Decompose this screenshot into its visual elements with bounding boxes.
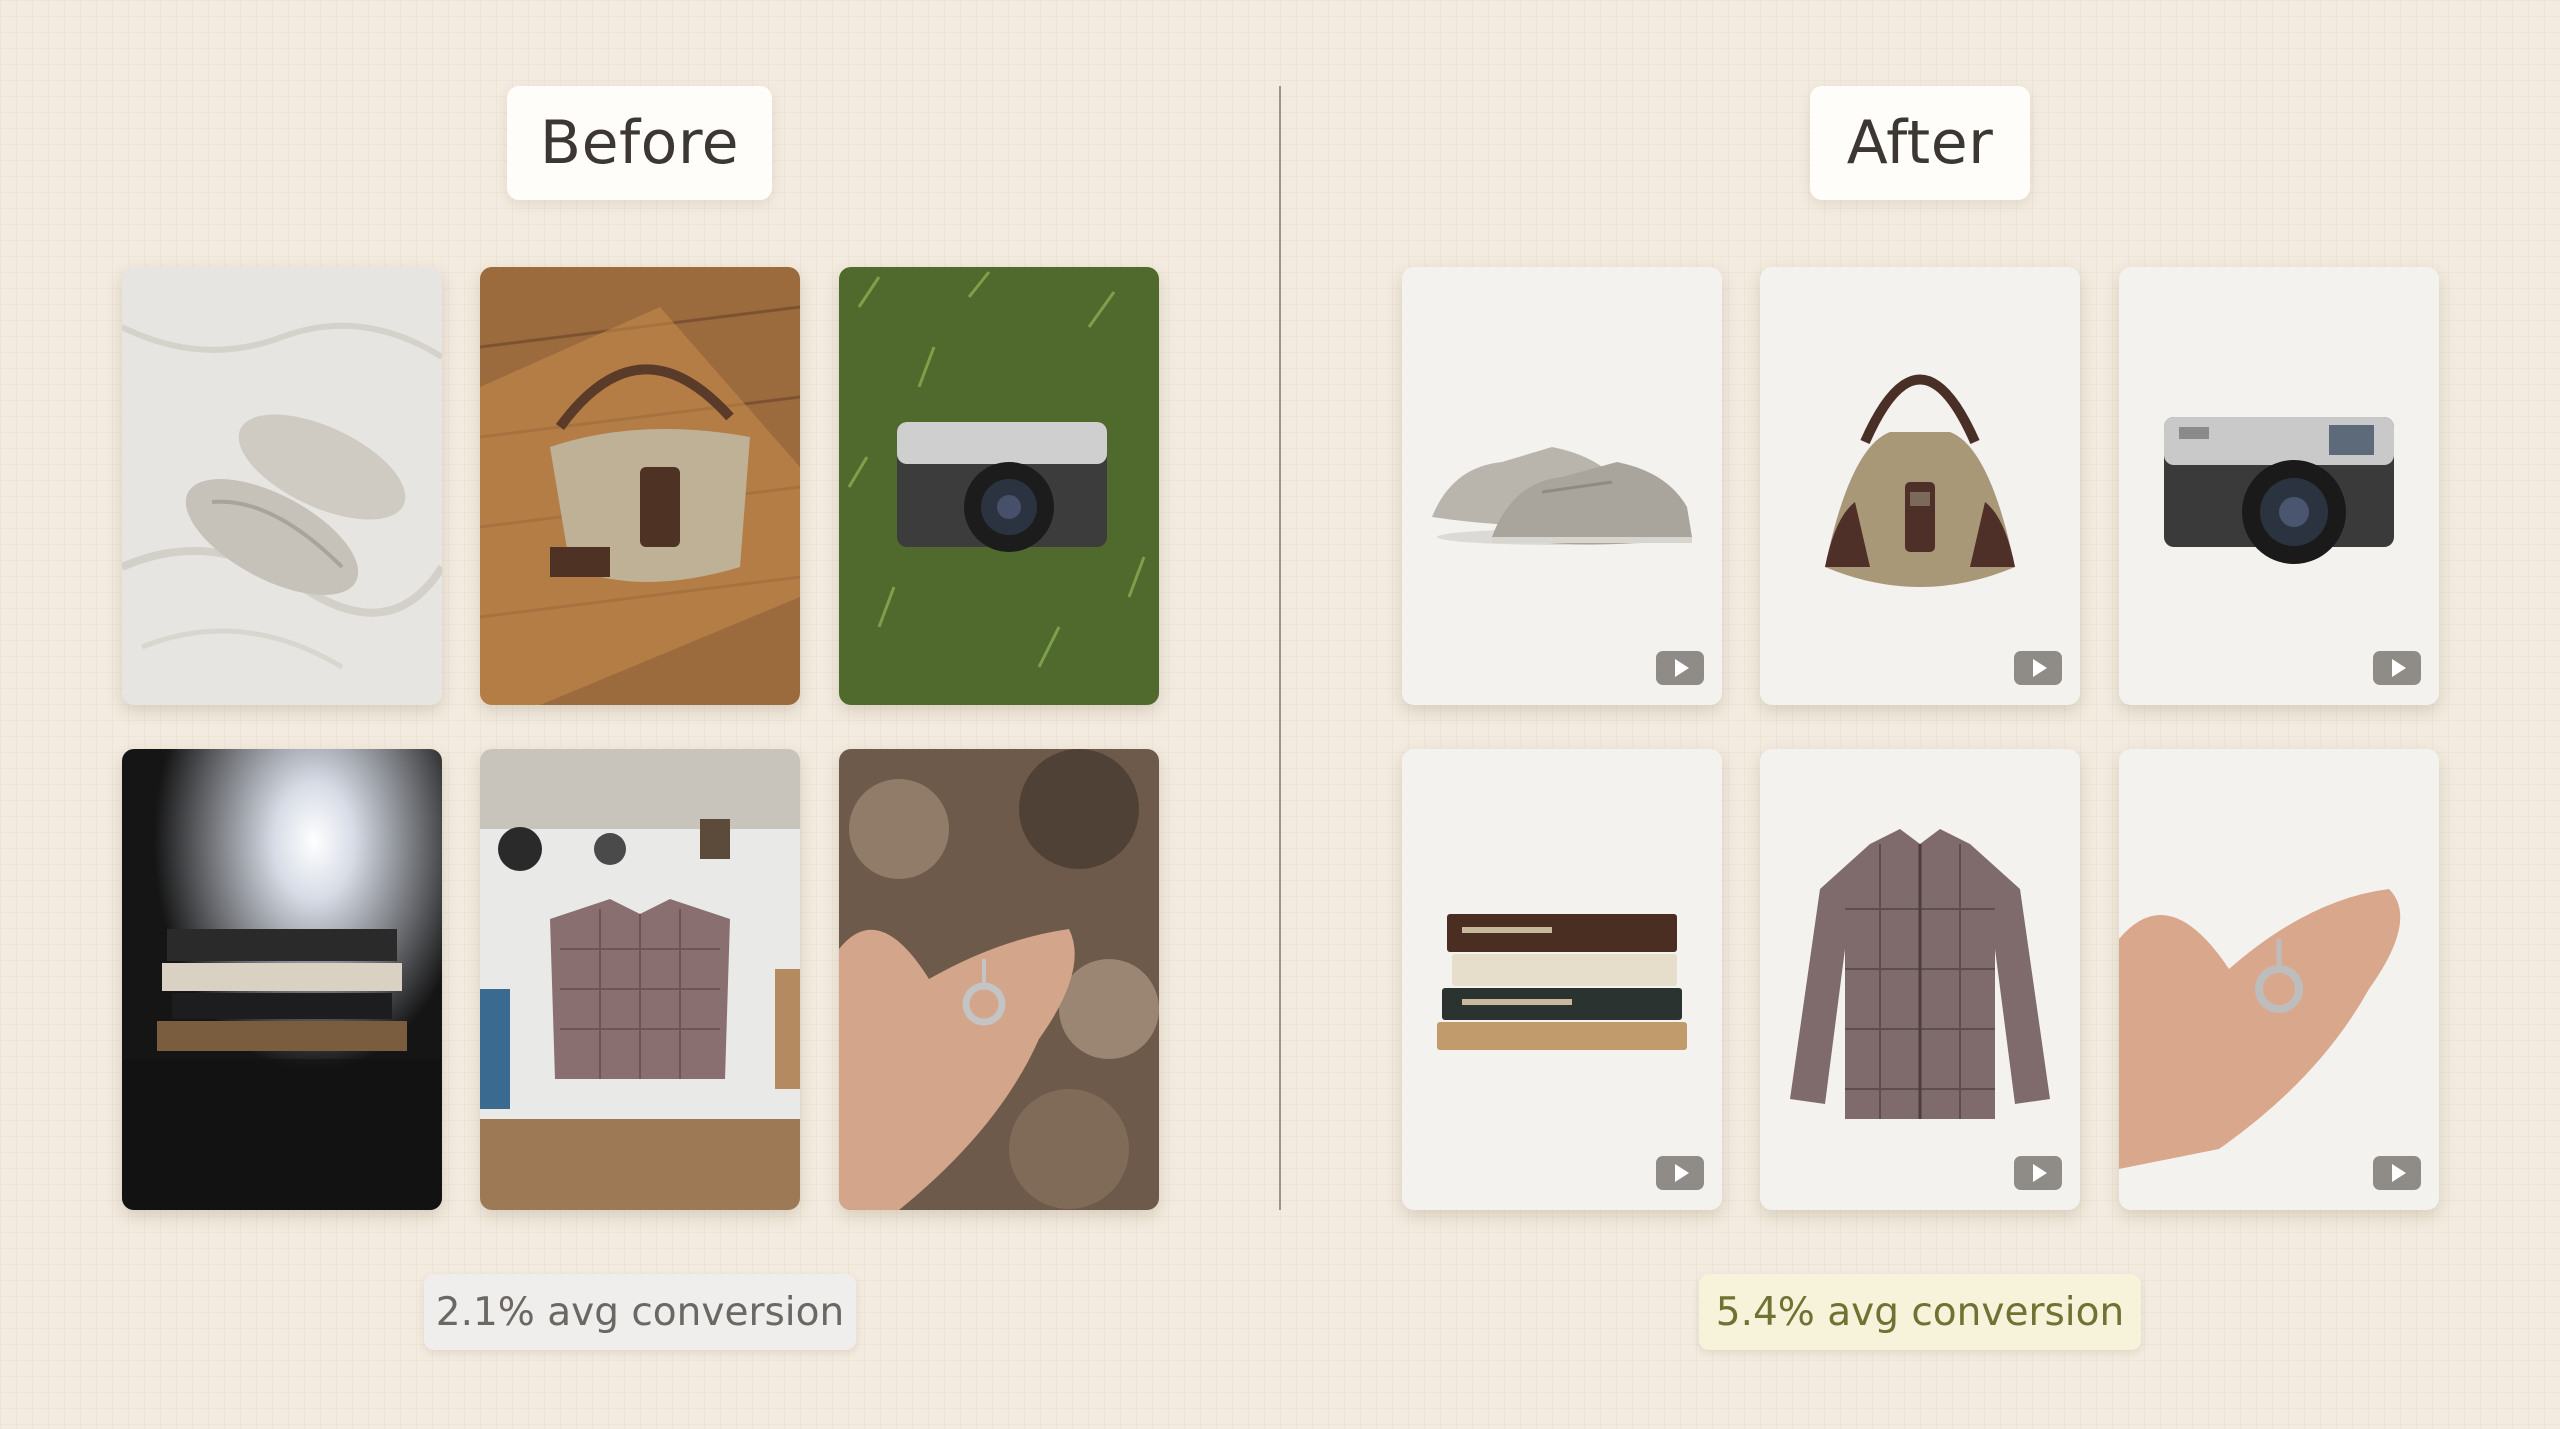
books-photo: [1437, 914, 1687, 1050]
after-sneakers-card[interactable]: [1402, 267, 1722, 705]
sneakers-photo: [1432, 447, 1692, 545]
handbag-photo: [480, 267, 800, 705]
pendant-photo: [839, 749, 1159, 1210]
camera-photo: [2164, 417, 2394, 564]
pendant-photo: [2119, 889, 2401, 1169]
after-camera-card[interactable]: [2119, 267, 2439, 705]
after-shirt-card[interactable]: [1760, 749, 2080, 1210]
after-grid: [1402, 267, 2440, 1210]
play-icon[interactable]: [1656, 651, 1704, 685]
play-icon[interactable]: [2014, 651, 2062, 685]
play-icon[interactable]: [2373, 1156, 2421, 1190]
play-icon[interactable]: [2014, 1156, 2062, 1190]
sneakers-photo: [122, 267, 442, 705]
handbag-photo: [1825, 374, 2015, 587]
after-books-card[interactable]: [1402, 749, 1722, 1210]
before-sneakers-card[interactable]: [122, 267, 442, 705]
play-icon[interactable]: [2373, 651, 2421, 685]
after-handbag-card[interactable]: [1760, 267, 2080, 705]
before-conversion-badge: 2.1% avg conversion: [424, 1274, 856, 1350]
before-camera-card[interactable]: [839, 267, 1159, 705]
camera-photo: [839, 267, 1159, 705]
after-panel: After 5.4% avg conversion: [1280, 0, 2560, 1429]
before-books-card[interactable]: [122, 749, 442, 1210]
before-handbag-card[interactable]: [480, 267, 800, 705]
after-pendant-card[interactable]: [2119, 749, 2439, 1210]
before-grid: [122, 267, 1160, 1210]
before-shirt-card[interactable]: [480, 749, 800, 1210]
books-photo: [122, 749, 442, 1210]
before-pendant-card[interactable]: [839, 749, 1159, 1210]
before-title: Before: [507, 86, 772, 200]
play-icon[interactable]: [1656, 1156, 1704, 1190]
after-conversion-badge: 5.4% avg conversion: [1699, 1274, 2141, 1350]
shirt-photo: [1790, 829, 2050, 1119]
before-panel: Before 2.1% avg conversion: [0, 0, 1280, 1429]
shirt-photo: [480, 749, 800, 1210]
after-title: After: [1810, 86, 2030, 200]
